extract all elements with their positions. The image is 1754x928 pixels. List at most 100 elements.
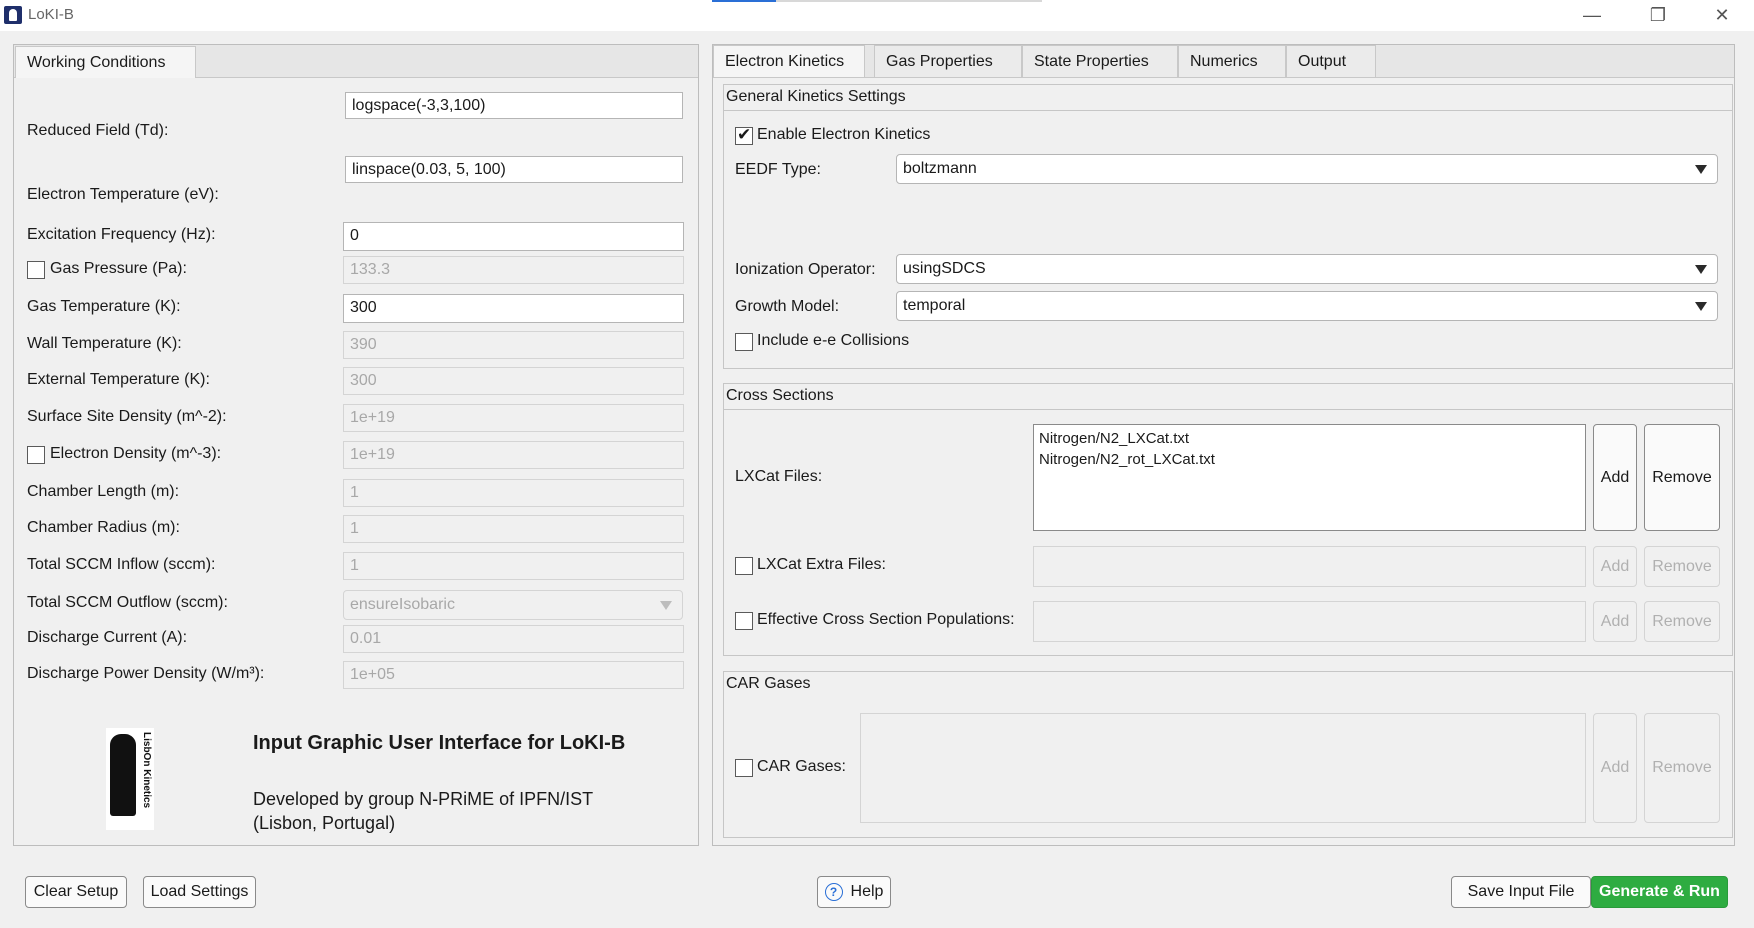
lisbon-kinetics-logo: LisbOn Kinetics [106, 728, 154, 830]
lxcat-files-label: LXCat Files: [735, 468, 823, 485]
eedf-type-label: EEDF Type: [735, 161, 821, 178]
remove-car-gas-button[interactable]: Remove [1644, 713, 1720, 823]
lxcat-files-list[interactable]: Nitrogen/N2_LXCat.txt Nitrogen/N2_rot_LX… [1033, 424, 1586, 531]
discharge-power-density-w-m-label: Discharge Power Density (W/m³): [27, 665, 265, 682]
gas-pressure-pa-checkbox[interactable] [27, 261, 45, 279]
eedf-type-dropdown[interactable]: boltzmann [896, 154, 1718, 184]
maximize-button[interactable]: ❐ [1630, 0, 1686, 30]
excitation-frequency-hz-label: Excitation Frequency (Hz): [27, 226, 216, 243]
wall-temperature-k-label: Wall Temperature (K): [27, 335, 182, 352]
wall-temperature-k-field: 390 [343, 331, 684, 359]
lxcat-extra-files-label: LXCat Extra Files: [757, 556, 886, 573]
total-sccm-outflow-sccm-label: Total SCCM Outflow (sccm): [27, 594, 228, 611]
taskbar-accent-track [776, 0, 1042, 2]
help-icon: ? [824, 883, 843, 901]
car-gases-checkbox[interactable] [735, 759, 753, 777]
remove-effective-button[interactable]: Remove [1644, 601, 1720, 642]
chamber-radius-m-label: Chamber Radius (m): [27, 519, 180, 536]
lxcat-extra-files-list [1033, 546, 1586, 587]
total-sccm-inflow-sccm-label: Total SCCM Inflow (sccm): [27, 556, 216, 573]
help-label: Help [850, 883, 884, 900]
electron-density-m-3-checkbox[interactable] [27, 446, 45, 464]
save-input-file-button[interactable]: Save Input File [1451, 876, 1591, 908]
generate-and-run-button[interactable]: Generate & Run [1591, 876, 1728, 908]
ionization-operator-dropdown[interactable]: usingSDCS [896, 254, 1718, 284]
electron-temperature-ev-label: Electron Temperature (eV): [27, 186, 219, 203]
general-kinetics-divider [723, 110, 1733, 111]
gas-pressure-pa-field: 133.3 [343, 256, 684, 284]
growth-model-label: Growth Model: [735, 298, 840, 315]
chamber-length-m-field: 1 [343, 479, 684, 507]
electron-temperature-ev-field[interactable]: linspace(0.03, 5, 100) [345, 156, 683, 183]
taskbar-accent [712, 0, 776, 2]
cross-sections-divider [723, 409, 1733, 410]
external-temperature-k-label: External Temperature (K): [27, 371, 210, 388]
tab-numerics[interactable]: Numerics [1178, 45, 1286, 77]
electron-density-m-3-label: Electron Density (m^-3): [50, 445, 222, 462]
growth-model-value: temporal [903, 297, 966, 314]
general-kinetics-title: General Kinetics Settings [726, 88, 906, 105]
chevron-down-icon [1695, 265, 1707, 274]
close-button[interactable]: ✕ [1694, 0, 1750, 30]
chamber-radius-m-field: 1 [343, 515, 684, 543]
include-ee-collisions-checkbox[interactable] [735, 333, 753, 351]
total-sccm-outflow-sccm-value: ensureIsobaric [350, 596, 455, 613]
external-temperature-k-field: 300 [343, 367, 684, 395]
title-bar [0, 0, 1754, 31]
tab-output[interactable]: Output [1286, 45, 1376, 77]
gas-temperature-k-field[interactable]: 300 [343, 294, 684, 323]
cross-sections-title: Cross Sections [726, 387, 834, 404]
car-gases-label: CAR Gases: [757, 758, 846, 775]
reduced-field-td-field[interactable]: logspace(-3,3,100) [345, 92, 683, 119]
chevron-down-icon [660, 601, 672, 610]
credits-line-2: (Lisbon, Portugal) [253, 813, 396, 833]
remove-lxcat-button[interactable]: Remove [1644, 424, 1720, 531]
total-sccm-inflow-sccm-field: 1 [343, 552, 684, 580]
effective-cross-section-label: Effective Cross Section Populations: [757, 611, 1015, 628]
chevron-down-icon [1695, 165, 1707, 174]
add-effective-button[interactable]: Add [1593, 601, 1637, 642]
car-gases-title: CAR Gases [726, 675, 811, 692]
gas-pressure-pa-label: Gas Pressure (Pa): [50, 260, 187, 277]
list-item[interactable]: Nitrogen/N2_LXCat.txt [1039, 428, 1580, 449]
car-gases-list [860, 713, 1586, 823]
window-title: LoKI-B [28, 6, 74, 23]
tab-state-properties[interactable]: State Properties [1022, 45, 1178, 77]
total-sccm-outflow-sccm-dropdown: ensureIsobaric [343, 590, 683, 620]
excitation-frequency-hz-field[interactable]: 0 [343, 222, 684, 251]
help-button[interactable]: ? Help [817, 876, 891, 908]
effective-cross-section-checkbox[interactable] [735, 612, 753, 630]
surface-site-density-m-2-label: Surface Site Density (m^-2): [27, 408, 227, 425]
eedf-type-value: boltzmann [903, 160, 977, 177]
include-ee-collisions-label: Include e-e Collisions [757, 332, 910, 349]
remove-extra-files-button[interactable]: Remove [1644, 546, 1720, 587]
gui-title: Input Graphic User Interface for LoKI-B [253, 732, 626, 754]
logo-figure-icon [110, 734, 136, 816]
lxcat-extra-files-checkbox[interactable] [735, 557, 753, 575]
tab-working-conditions[interactable]: Working Conditions [15, 46, 196, 78]
chamber-length-m-label: Chamber Length (m): [27, 483, 180, 500]
ionization-operator-label: Ionization Operator: [735, 261, 876, 278]
surface-site-density-m-2-field: 1e+19 [343, 404, 684, 432]
logo-text: LisbOn Kinetics [141, 732, 152, 809]
load-settings-button[interactable]: Load Settings [143, 876, 256, 908]
add-lxcat-button[interactable]: Add [1593, 424, 1637, 531]
minimize-button[interactable]: — [1564, 0, 1620, 30]
list-item[interactable]: Nitrogen/N2_rot_LXCat.txt [1039, 449, 1580, 470]
reduced-field-td-label: Reduced Field (Td): [27, 122, 169, 139]
discharge-current-a-label: Discharge Current (A): [27, 629, 188, 646]
electron-density-m-3-field: 1e+19 [343, 441, 684, 469]
chevron-down-icon [1695, 302, 1707, 311]
enable-electron-kinetics-checkbox[interactable] [735, 125, 753, 145]
ionization-operator-value: usingSDCS [903, 260, 986, 277]
clear-setup-button[interactable]: Clear Setup [25, 876, 127, 908]
app-logo-icon [4, 6, 22, 24]
growth-model-dropdown[interactable]: temporal [896, 291, 1718, 321]
tab-gas-properties[interactable]: Gas Properties [874, 45, 1022, 77]
effective-cross-section-list [1033, 601, 1586, 642]
add-extra-files-button[interactable]: Add [1593, 546, 1637, 587]
tab-electron-kinetics[interactable]: Electron Kinetics [713, 45, 865, 77]
discharge-power-density-w-m-field: 1e+05 [343, 661, 684, 689]
add-car-gas-button[interactable]: Add [1593, 713, 1637, 823]
enable-electron-kinetics-label: Enable Electron Kinetics [757, 126, 931, 143]
